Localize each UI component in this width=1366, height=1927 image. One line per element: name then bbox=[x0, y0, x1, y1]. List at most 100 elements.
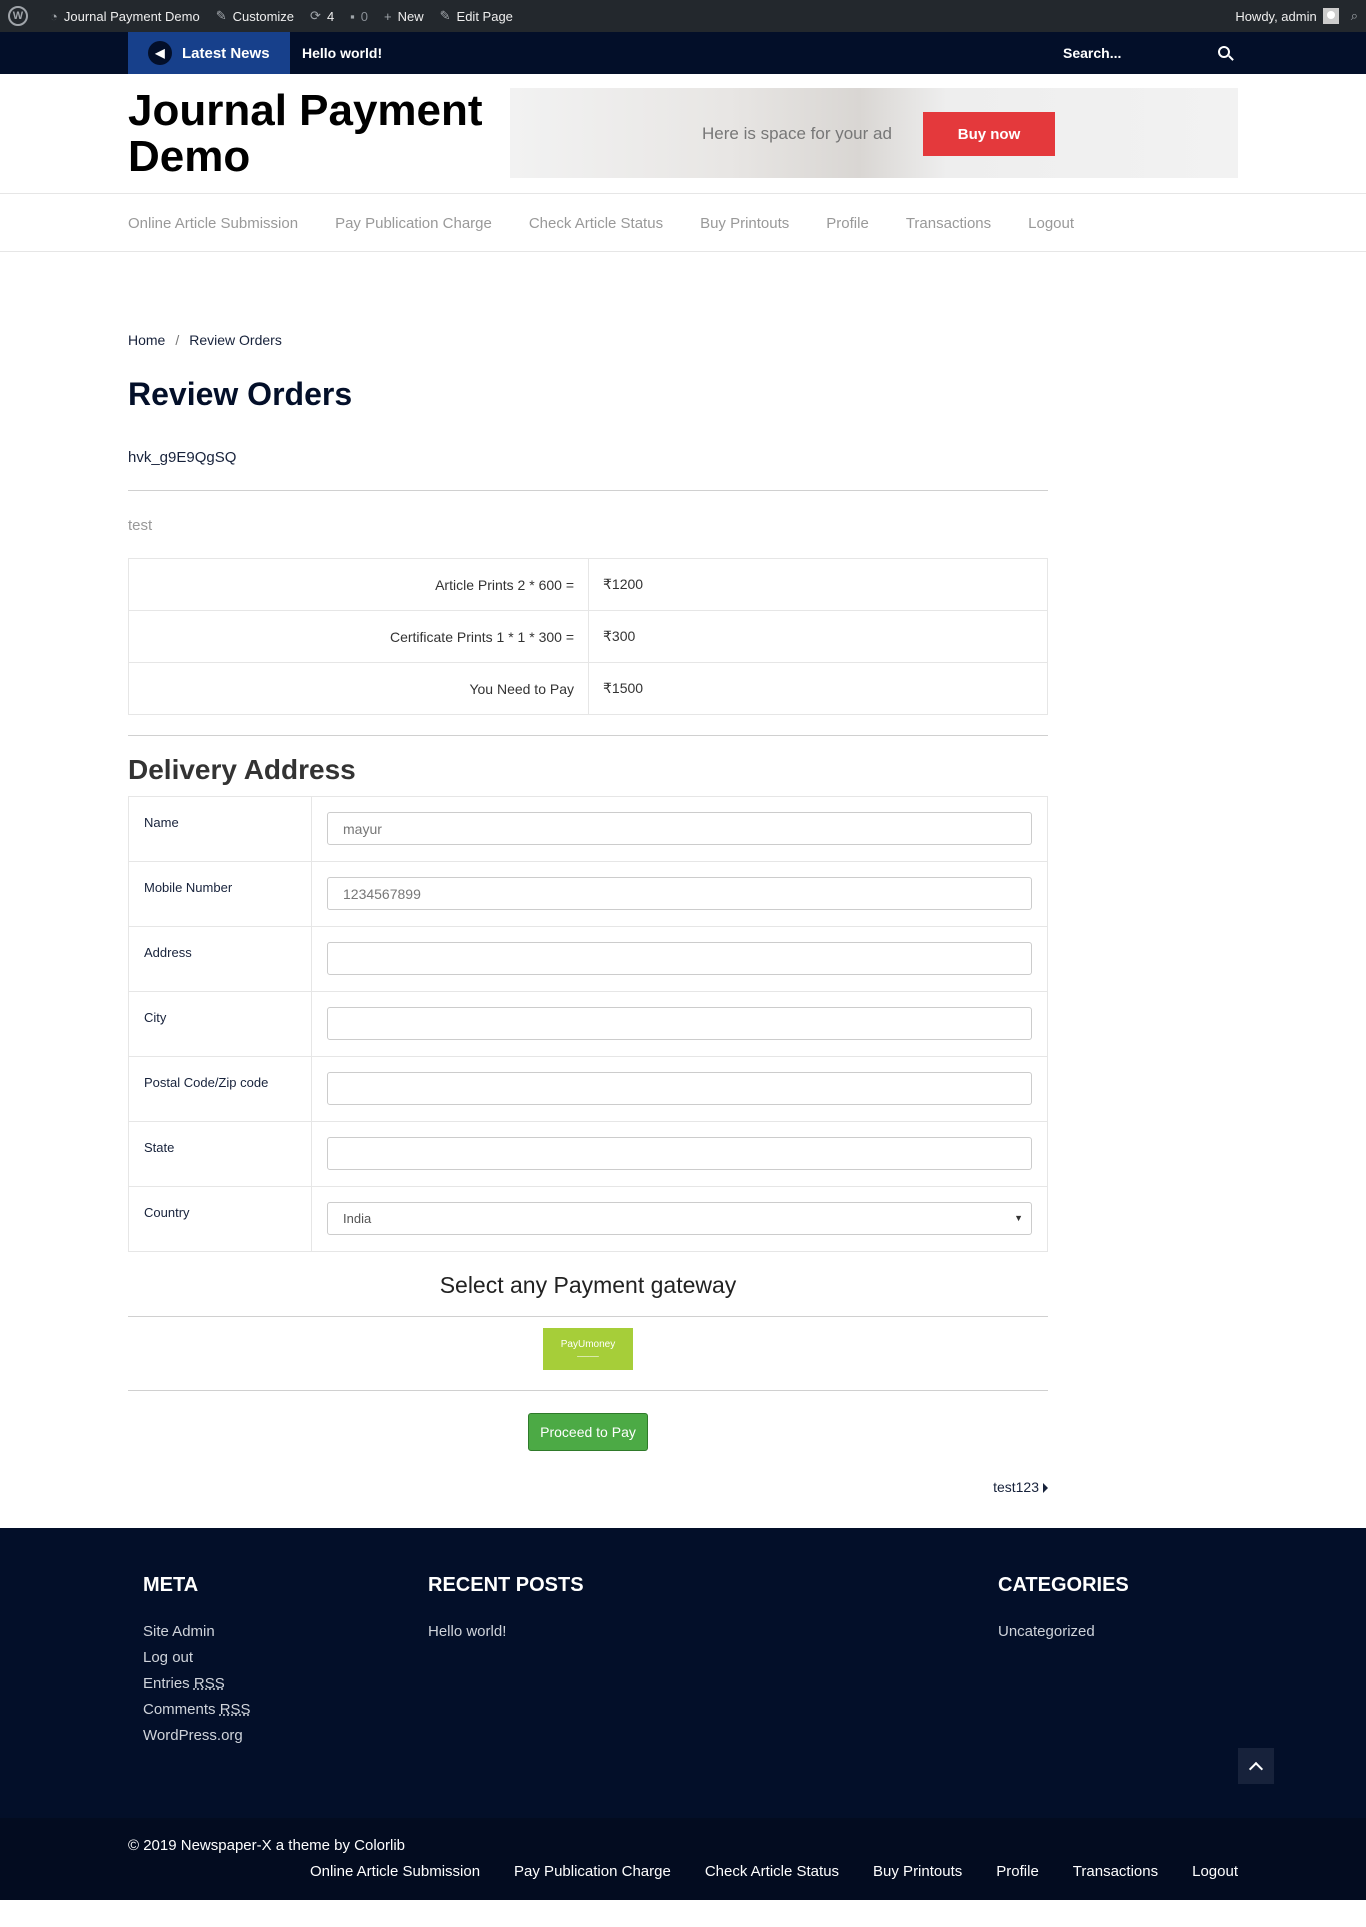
breadcrumb-separator: / bbox=[175, 332, 180, 348]
comment-icon: ▪ bbox=[350, 8, 355, 24]
nav-transactions[interactable]: Transactions bbox=[906, 215, 991, 232]
order-code: hvk_g9E9QgSQ bbox=[128, 449, 237, 466]
country-label: Country bbox=[128, 1186, 312, 1252]
site-footer: META Site Admin Log out Entries RSS Comm… bbox=[0, 1528, 1366, 1818]
form-row: State bbox=[128, 1121, 1048, 1187]
mobile-field[interactable]: 1234567899 bbox=[327, 877, 1032, 910]
news-bar: ◀ Latest News Hello world! Search... bbox=[0, 32, 1366, 74]
footer-nav-logout[interactable]: Logout bbox=[1192, 1863, 1238, 1880]
postal-code-field[interactable] bbox=[327, 1072, 1032, 1105]
footer-nav-check-article-status[interactable]: Check Article Status bbox=[705, 1863, 839, 1880]
megaphone-icon: ◀ bbox=[148, 41, 172, 65]
footer-recent-post-link[interactable]: Hello world! bbox=[428, 1619, 584, 1645]
ad-text: Here is space for your ad bbox=[702, 124, 892, 143]
admin-edit-page[interactable]: ✎ Edit Page bbox=[440, 0, 513, 32]
proceed-to-pay-button[interactable]: Proceed to Pay bbox=[528, 1413, 648, 1451]
next-post-link[interactable]: test123 bbox=[128, 1479, 1048, 1495]
updates-icon: ⟳ bbox=[310, 8, 321, 23]
divider bbox=[128, 1316, 1048, 1317]
copyright-text: © 2019 Newspaper-X a theme by Colorlib bbox=[128, 1837, 406, 1854]
footer-wordpress-org-link[interactable]: WordPress.org bbox=[143, 1723, 251, 1749]
form-row: Name mayur bbox=[128, 796, 1048, 862]
footer-log-out-link[interactable]: Log out bbox=[143, 1645, 251, 1671]
footer-meta-title: META bbox=[143, 1574, 199, 1596]
price-label: Certificate Prints 1 * 1 * 300 = bbox=[128, 610, 589, 663]
country-selected-value: India bbox=[343, 1211, 372, 1226]
nav-pay-publication-charge[interactable]: Pay Publication Charge bbox=[335, 215, 492, 232]
footer-site-admin-link[interactable]: Site Admin bbox=[143, 1619, 251, 1645]
latest-news-label: ◀ Latest News bbox=[128, 32, 290, 74]
footer-comments-rss-link[interactable]: Comments RSS bbox=[143, 1697, 251, 1723]
wp-logo-menu[interactable]: W bbox=[8, 0, 34, 32]
ad-banner[interactable]: Here is space for your ad Buy now bbox=[510, 88, 1238, 178]
nav-logout[interactable]: Logout bbox=[1028, 215, 1074, 232]
main-nav: Online Article Submission Pay Publicatio… bbox=[0, 194, 1366, 252]
plus-icon: + bbox=[384, 8, 392, 24]
admin-bar: W ◔ Journal Payment Demo ✎ Customize ⟳ 4 ▪ 0… bbox=[0, 0, 1366, 32]
admin-customize[interactable]: ✎ Customize bbox=[216, 0, 294, 32]
price-value: ₹300 bbox=[588, 610, 1048, 663]
rss-abbr: RSS bbox=[219, 1701, 251, 1718]
admin-search-icon[interactable]: ⌕ bbox=[1351, 8, 1358, 24]
site-header: Journal Payment Demo Here is space for y… bbox=[0, 74, 1366, 194]
breadcrumb-home[interactable]: Home bbox=[128, 332, 165, 348]
form-row: Country India ▼ bbox=[128, 1186, 1048, 1252]
buy-now-button[interactable]: Buy now bbox=[923, 112, 1055, 156]
top-search[interactable]: Search... bbox=[1063, 32, 1238, 74]
price-table: Article Prints 2 * 600 = ₹1200 Certifica… bbox=[128, 558, 1048, 715]
footer-category-link[interactable]: Uncategorized bbox=[998, 1619, 1129, 1645]
divider bbox=[128, 1390, 1048, 1391]
footer-nav-transactions[interactable]: Transactions bbox=[1073, 1863, 1158, 1880]
admin-site-name-label: Journal Payment Demo bbox=[63, 8, 200, 24]
state-label: State bbox=[128, 1121, 312, 1187]
nav-buy-printouts[interactable]: Buy Printouts bbox=[700, 215, 789, 232]
admin-new[interactable]: + New bbox=[384, 0, 424, 32]
nav-online-article-submission[interactable]: Online Article Submission bbox=[128, 215, 298, 232]
latest-news-text: Latest News bbox=[182, 44, 270, 62]
admin-site-name[interactable]: ◔ Journal Payment Demo bbox=[50, 0, 200, 32]
delivery-address-form: Name mayur Mobile Number 1234567899 Addr… bbox=[128, 796, 1048, 1252]
total-label: You Need to Pay bbox=[128, 662, 589, 715]
form-row: Mobile Number 1234567899 bbox=[128, 861, 1048, 927]
admin-updates[interactable]: ⟳ 4 bbox=[310, 0, 334, 32]
divider bbox=[128, 490, 1048, 491]
order-note: test bbox=[128, 517, 153, 534]
page-title: Review Orders bbox=[128, 376, 353, 412]
table-row: Article Prints 2 * 600 = ₹1200 bbox=[128, 558, 1048, 611]
footer-categories-title: CATEGORIES bbox=[998, 1574, 1129, 1596]
name-field[interactable]: mayur bbox=[327, 812, 1032, 845]
state-field[interactable] bbox=[327, 1137, 1032, 1170]
payumoney-gateway-option[interactable]: PayUmoney ━━━━━━━━━ bbox=[543, 1328, 633, 1370]
footer-nav-online-article-submission[interactable]: Online Article Submission bbox=[310, 1863, 480, 1880]
entries-label: Entries bbox=[143, 1675, 190, 1692]
site-title[interactable]: Journal Payment Demo bbox=[128, 88, 488, 180]
back-to-top-button[interactable] bbox=[1238, 1748, 1274, 1784]
news-ticker-link[interactable]: Hello world! bbox=[302, 45, 382, 61]
footer-nav-pay-publication-charge[interactable]: Pay Publication Charge bbox=[514, 1863, 671, 1880]
city-field[interactable] bbox=[327, 1007, 1032, 1040]
nav-check-article-status[interactable]: Check Article Status bbox=[529, 215, 663, 232]
admin-comments[interactable]: ▪ 0 bbox=[350, 0, 368, 32]
avatar[interactable] bbox=[1322, 8, 1339, 24]
footer-recent-posts-widget: RECENT POSTS Hello world! bbox=[428, 1574, 584, 1645]
admin-customize-label: Customize bbox=[232, 8, 295, 24]
footer-nav-profile[interactable]: Profile bbox=[996, 1863, 1039, 1880]
search-icon[interactable] bbox=[1218, 46, 1230, 58]
breadcrumb-current: Review Orders bbox=[189, 332, 282, 348]
caret-right-icon bbox=[1043, 1483, 1048, 1494]
country-select[interactable]: India ▼ bbox=[327, 1202, 1032, 1235]
footer-entries-rss-link[interactable]: Entries RSS bbox=[143, 1671, 251, 1697]
address-field[interactable] bbox=[327, 942, 1032, 975]
mobile-label: Mobile Number bbox=[128, 861, 312, 927]
admin-howdy[interactable]: Howdy, admin bbox=[1235, 9, 1316, 24]
nav-profile[interactable]: Profile bbox=[826, 215, 869, 232]
footer-nav-buy-printouts[interactable]: Buy Printouts bbox=[873, 1863, 962, 1880]
dashboard-icon: ◔ bbox=[50, 8, 58, 24]
footer-bottom-bar: © 2019 Newspaper-X a theme by Colorlib O… bbox=[0, 1818, 1366, 1900]
top-search-input[interactable]: Search... bbox=[1063, 45, 1121, 61]
next-post-title[interactable]: test123 bbox=[993, 1479, 1039, 1495]
updates-count: 4 bbox=[326, 8, 335, 24]
name-label: Name bbox=[128, 796, 312, 862]
payumoney-logo: PayUmoney bbox=[560, 1339, 616, 1350]
form-row: City bbox=[128, 991, 1048, 1057]
